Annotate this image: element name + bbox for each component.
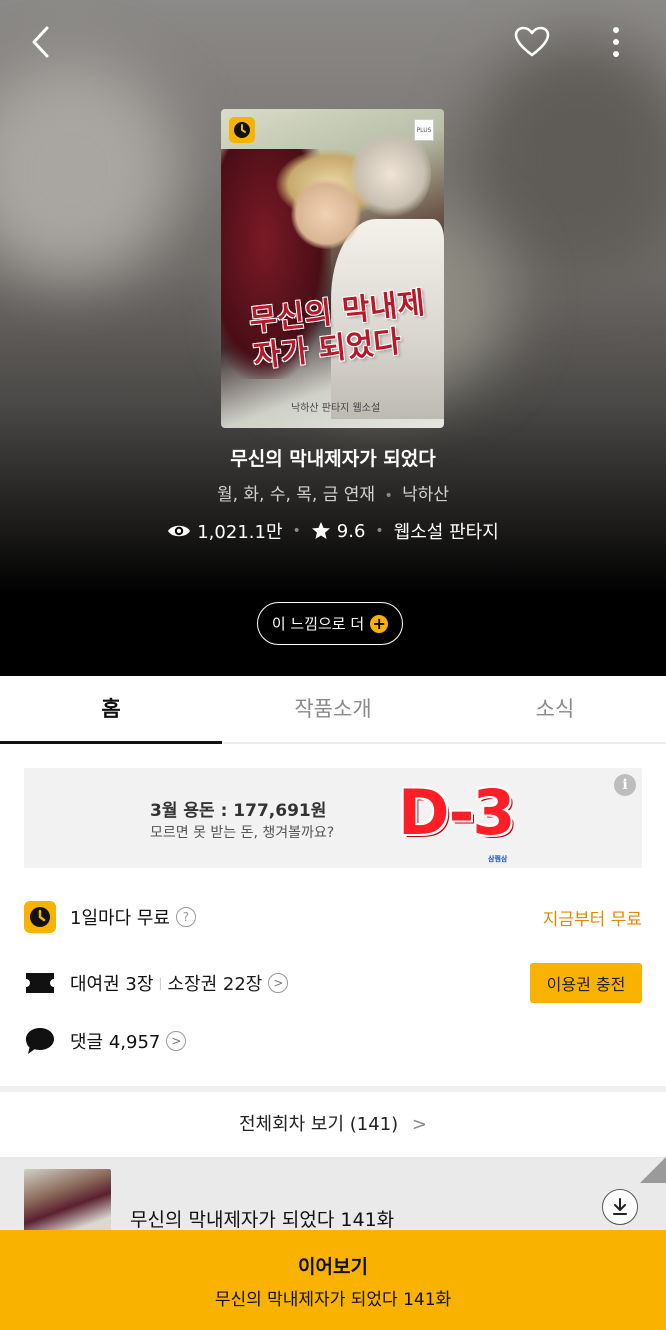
cover-image[interactable]: 무신의 막내제자가 되었다 낙하산 판타지 웹소설 PLUS	[221, 109, 444, 428]
banner-brand: 삼쩜삼	[488, 855, 508, 863]
episode-row[interactable]: 무신의 막내제자가 되었다 141화	[0, 1157, 666, 1237]
more-button[interactable]	[596, 22, 636, 62]
charge-ticket-button[interactable]: 이용권 충전	[530, 963, 642, 1003]
eye-icon	[168, 525, 191, 537]
star-icon	[311, 522, 330, 539]
clock-icon	[234, 122, 250, 138]
download-button[interactable]	[602, 1189, 638, 1225]
chevron-left-icon	[32, 26, 49, 58]
continue-episode: 무신의 막내제자가 되었다 141화	[214, 1290, 452, 1310]
free-now-link[interactable]: 지금부터 무료	[543, 905, 642, 930]
clock-icon	[24, 901, 56, 933]
background-blur	[470, 40, 666, 280]
background-blur	[0, 60, 180, 280]
ticket-icon	[26, 973, 54, 993]
genre-text: 웹소설 판타지	[393, 522, 499, 543]
chevron-right-icon[interactable]: >	[166, 1031, 187, 1051]
episode-title: 무신의 막내제자가 되었다 141화	[130, 1209, 395, 1231]
work-title: 무신의 막내제자가 되었다	[230, 448, 436, 470]
plus-badge: PLUS	[414, 119, 434, 141]
continue-reading-button[interactable]: 이어보기 무신의 막내제자가 되었다 141화	[0, 1230, 666, 1330]
all-episodes-link[interactable]: 전체회차 보기 (141) >	[0, 1110, 666, 1136]
rating-value: 9.6	[336, 520, 366, 542]
work-stats: 1,021.1만 • 9.6 • 웹소설 판타지	[0, 518, 666, 544]
info-icon[interactable]: i	[614, 774, 636, 796]
back-button[interactable]	[20, 22, 60, 62]
heart-icon	[514, 26, 550, 57]
tab-bar: 홈 작품소개 소식	[0, 676, 666, 744]
wait-free-badge	[229, 117, 255, 143]
help-icon[interactable]: ?	[175, 907, 196, 927]
more-vertical-icon	[613, 27, 619, 57]
cover-author-text: 낙하산 판타지 웹소설	[291, 403, 381, 414]
plus-icon: +	[370, 614, 389, 633]
chevron-right-icon[interactable]: >	[268, 973, 289, 993]
schedule-text: 월, 화, 수, 목, 금 연재	[216, 485, 376, 505]
comments-row[interactable]: 댓글 4,957 >	[24, 1022, 642, 1060]
recommend-similar-button[interactable]: 이 느낌으로 더 +	[257, 602, 403, 645]
author-link[interactable]: 낙하산	[402, 485, 449, 505]
recommend-similar-label: 이 느낌으로 더	[271, 615, 365, 633]
all-episodes-label: 전체회차 보기 (141)	[238, 1114, 399, 1135]
wait-free-label: 1일마다 무료	[70, 908, 170, 929]
chevron-right-icon: >	[411, 1114, 428, 1135]
banner-badge: D-3	[398, 776, 515, 849]
tab-news[interactable]: 소식	[444, 676, 666, 742]
comment-icon	[26, 1028, 54, 1054]
download-icon	[613, 1198, 627, 1215]
ad-banner[interactable]: 3월 용돈 : 177,691원 모르면 못 받는 돈, 챙겨볼까요? D-3 …	[24, 768, 642, 868]
banner-subtitle: 모르면 못 받는 돈, 챙겨볼까요?	[150, 825, 335, 841]
comments-count: 댓글 4,957	[70, 1032, 161, 1053]
view-count: 1,021.1만	[197, 522, 283, 543]
new-corner-marker	[640, 1157, 666, 1183]
wait-free-row: 1일마다 무료 ? 지금부터 무료	[24, 898, 642, 936]
work-meta: 월, 화, 수, 목, 금 연재 • 낙하산	[216, 485, 450, 505]
tab-home[interactable]: 홈	[0, 676, 222, 744]
like-button[interactable]	[512, 22, 552, 62]
tab-introduction[interactable]: 작품소개	[222, 676, 444, 742]
own-ticket-count: 소장권 22장	[167, 974, 263, 995]
banner-title: 3월 용돈 : 177,691원	[150, 801, 327, 821]
rental-ticket-count: 대여권 3장	[70, 974, 154, 995]
continue-label: 이어보기	[298, 1256, 368, 1278]
ticket-row: 대여권 3장 | 소장권 22장 > 이용권 충전	[24, 962, 642, 1004]
hero-section: 무신의 막내제자가 되었다 낙하산 판타지 웹소설 PLUS 무신의 막내제자가…	[0, 0, 666, 676]
section-divider	[0, 1086, 666, 1092]
episode-thumbnail	[24, 1169, 111, 1237]
